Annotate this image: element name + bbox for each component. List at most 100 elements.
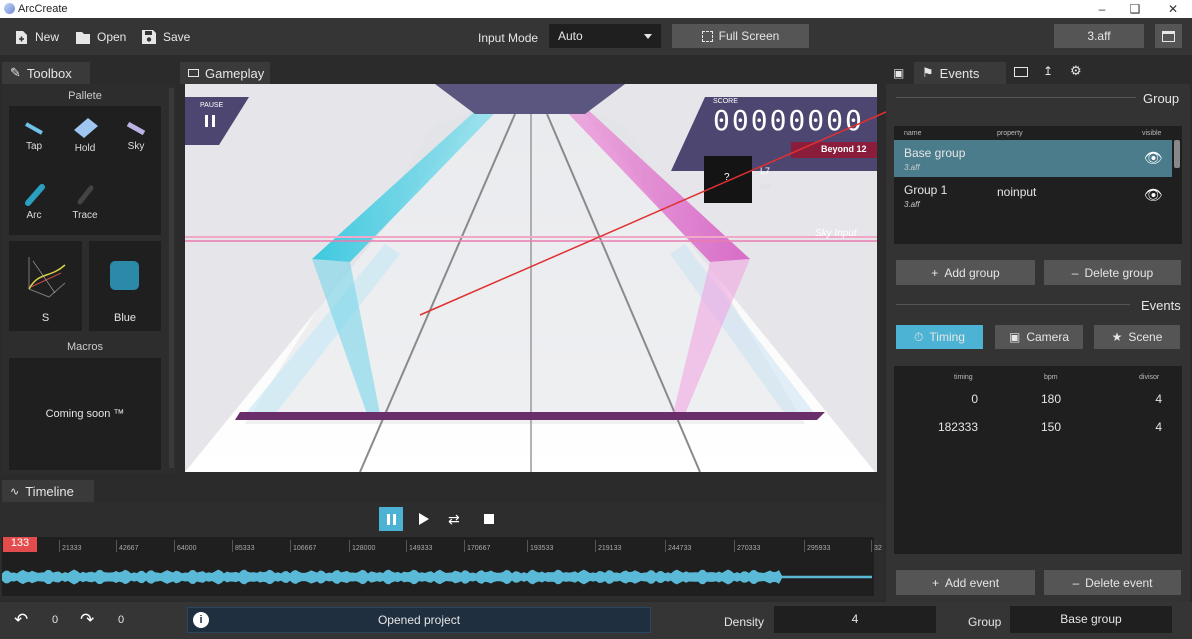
- fullscreen-button[interactable]: Full Screen: [672, 24, 809, 48]
- layout-button[interactable]: [1155, 24, 1182, 48]
- stopwatch-icon: ⏱: [914, 329, 924, 344]
- flag-icon: ⚑: [922, 65, 934, 80]
- trace-tool-label: Trace: [72, 210, 98, 221]
- group-row-base[interactable]: Base group 3.aff 👁: [894, 140, 1172, 177]
- eye-icon[interactable]: 👁: [1144, 186, 1163, 204]
- group-selector[interactable]: Base group: [1010, 606, 1172, 633]
- group-file: 3.aff: [904, 163, 920, 172]
- minimize-button[interactable]: –: [1087, 1, 1117, 17]
- arc-tool[interactable]: Arc: [15, 181, 53, 221]
- density-field[interactable]: 4: [774, 606, 936, 633]
- timing-row[interactable]: 0 180 4: [894, 392, 1178, 412]
- file-selector-button[interactable]: 3.aff: [1054, 24, 1144, 48]
- scene-tab-button[interactable]: ★ Scene: [1094, 325, 1180, 349]
- minus-icon: –: [1072, 575, 1080, 590]
- color-label: Blue: [113, 312, 137, 324]
- close-button[interactable]: ✕: [1158, 1, 1188, 17]
- redo-count: 0: [118, 614, 125, 626]
- timing-tab-button[interactable]: ⏱ Timing: [896, 325, 983, 349]
- group-row-1[interactable]: Group 1 3.aff noinput 👁: [894, 177, 1172, 214]
- timeline-tick-label: 193533: [530, 545, 554, 552]
- waveform-icon: ∿: [10, 485, 20, 498]
- stop-button[interactable]: [484, 514, 494, 524]
- toolbox-scrollbar[interactable]: [169, 88, 174, 468]
- color-selector[interactable]: Blue: [89, 241, 161, 331]
- tab-toolbox[interactable]: ✎ Toolbox: [2, 62, 90, 84]
- toolbox-tab-label: Toolbox: [26, 65, 72, 81]
- star-icon: ★: [1111, 330, 1123, 344]
- timing-row[interactable]: 182333 150 4: [894, 420, 1178, 440]
- folder-icon: [76, 30, 90, 45]
- status-bar: ↶ 0 ↷ 0 i Opened project Density 4 Group…: [0, 602, 1192, 639]
- pause-button[interactable]: [379, 507, 403, 531]
- app-logo-icon: [4, 3, 15, 14]
- macros-area: Coming soon ™: [9, 358, 161, 470]
- input-mode-select[interactable]: Auto: [549, 24, 661, 48]
- open-button[interactable]: Open: [76, 27, 126, 47]
- plus-icon: +: [931, 265, 939, 280]
- macros-title: Macros: [66, 341, 104, 353]
- sky-tool[interactable]: Sky: [117, 118, 155, 152]
- input-mode-label: Input Mode: [478, 31, 539, 45]
- timeline-tick-label: 128000: [352, 545, 376, 552]
- tab-events[interactable]: ⚑ Events: [914, 62, 1006, 84]
- timeline-tick-label: 170667: [467, 545, 491, 552]
- new-button[interactable]: New: [14, 27, 59, 47]
- song-title: L7: [760, 166, 771, 176]
- timing-value: 182333: [937, 420, 978, 434]
- archive-icon[interactable]: ▣: [893, 66, 904, 80]
- main-toolbar: New Open Save Input Mode Auto Full Scree…: [0, 18, 1192, 55]
- delete-event-button[interactable]: – Delete event: [1044, 570, 1181, 595]
- maximize-button[interactable]: ❑: [1120, 1, 1150, 17]
- arc-curve-icon: [28, 257, 66, 298]
- title-bar: ArcCreate – ❑ ✕: [0, 0, 1192, 18]
- save-button[interactable]: Save: [142, 27, 190, 47]
- new-file-icon: [14, 30, 28, 45]
- timing-col-timing: timing: [954, 374, 973, 381]
- redo-icon[interactable]: ↷: [80, 610, 94, 630]
- timeline-tick-label: 32: [874, 545, 882, 552]
- save-label: Save: [163, 30, 191, 44]
- gear-icon[interactable]: ⚙: [1070, 63, 1082, 79]
- status-message-box: i Opened project: [187, 607, 651, 633]
- arc-style-selector[interactable]: S: [9, 241, 82, 331]
- timeline-tick-line: [174, 540, 175, 552]
- timeline-tick-line: [59, 540, 60, 552]
- timeline-tick-label: 219133: [598, 545, 622, 552]
- tap-tool-label: Tap: [25, 141, 43, 152]
- hold-tool[interactable]: Hold: [66, 116, 104, 154]
- fullscreen-icon: [701, 30, 713, 42]
- group-name: Base group: [904, 146, 966, 160]
- add-group-button[interactable]: + Add group: [896, 260, 1035, 285]
- delete-group-button[interactable]: – Delete group: [1044, 260, 1181, 285]
- loop-button[interactable]: ⇄: [448, 511, 460, 528]
- timeline-tick-label: 149333: [409, 545, 433, 552]
- time-marker[interactable]: 133: [3, 537, 37, 552]
- play-button[interactable]: [419, 513, 429, 525]
- timing-col-bpm: bpm: [1044, 374, 1058, 381]
- tap-tool[interactable]: Tap: [15, 118, 53, 152]
- group-scrollbar[interactable]: [1174, 140, 1180, 168]
- undo-icon[interactable]: ↶: [14, 610, 28, 630]
- devices-icon[interactable]: [1014, 67, 1028, 77]
- pause-icon[interactable]: [205, 115, 215, 127]
- export-icon[interactable]: ↥: [1043, 64, 1053, 78]
- group-col-property: property: [997, 130, 1023, 137]
- add-event-button[interactable]: + Add event: [896, 570, 1035, 595]
- delete-event-label: Delete event: [1085, 575, 1153, 590]
- timeline-tick-line: [349, 540, 350, 552]
- layout-icon: [1162, 30, 1175, 42]
- eye-icon[interactable]: 👁: [1144, 149, 1163, 167]
- trace-tool[interactable]: Trace: [66, 181, 104, 221]
- status-message: Opened project: [377, 613, 461, 627]
- open-label: Open: [97, 30, 127, 44]
- tab-timeline[interactable]: ∿ Timeline: [2, 480, 94, 502]
- hold-note-icon: [74, 118, 98, 138]
- camera-tab-button[interactable]: ▣ Camera: [995, 325, 1083, 349]
- macros-text: Coming soon ™: [45, 408, 125, 420]
- gameplay-viewport[interactable]: PAUSE SCORE 00000000 Beyond 12 ? L7 Ice …: [185, 84, 877, 472]
- tab-gameplay[interactable]: Gameplay: [180, 62, 270, 84]
- new-label: New: [35, 30, 60, 44]
- sky-tool-label: Sky: [127, 141, 145, 152]
- sky-input-label: Sky Input: [815, 228, 857, 239]
